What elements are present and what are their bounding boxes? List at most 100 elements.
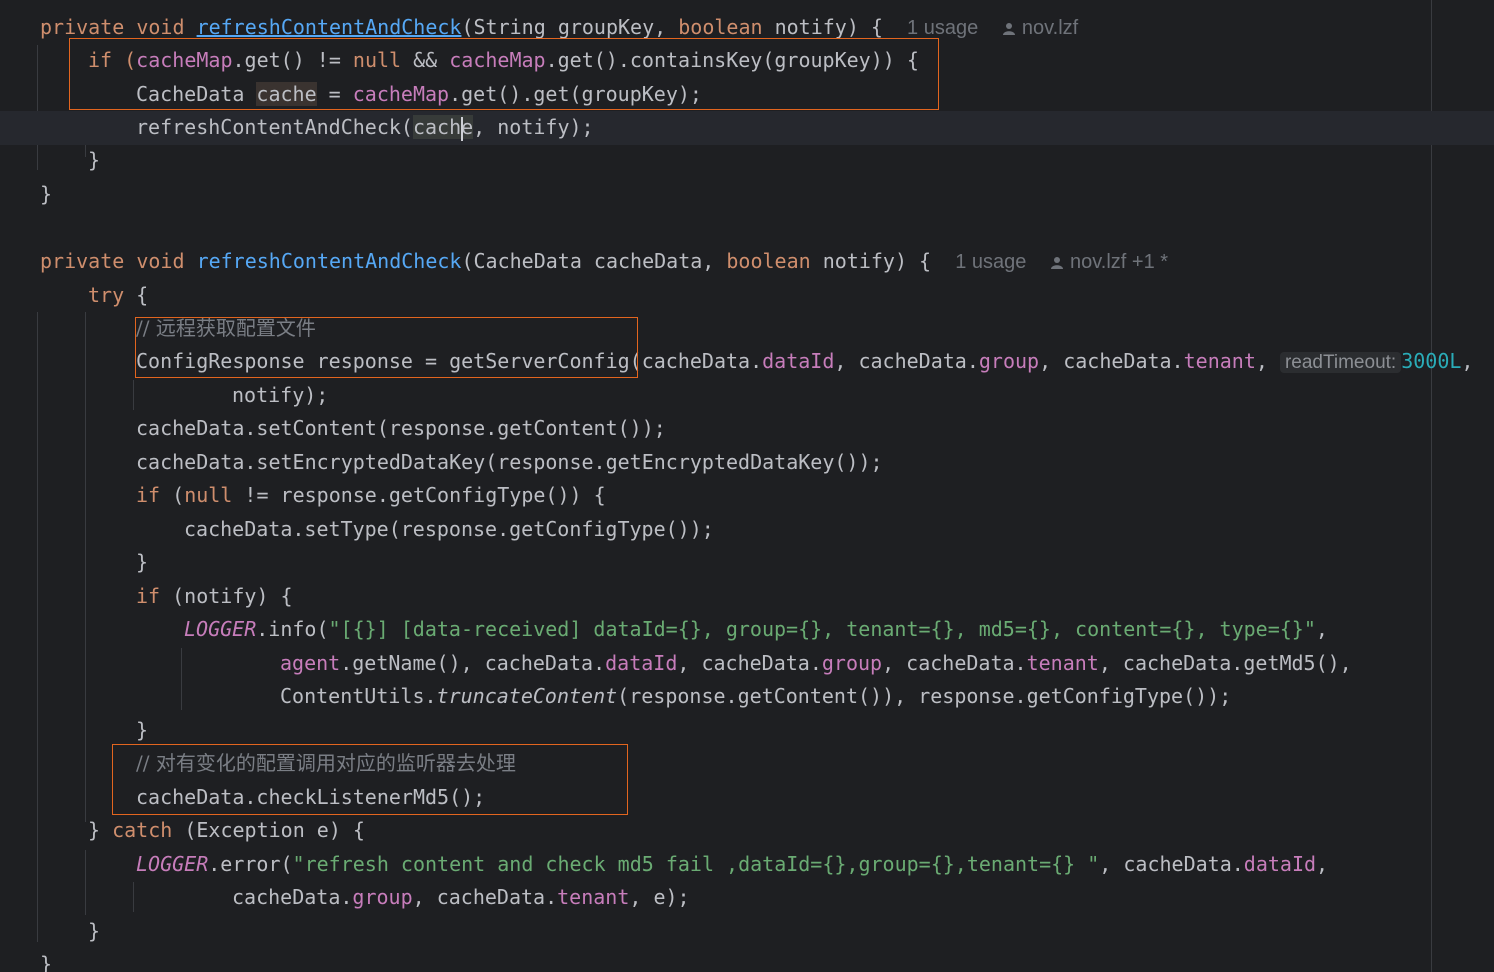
code-token: , cacheData. — [677, 651, 822, 675]
code-line-agent[interactable]: agent.getName(), cacheData.dataId, cache… — [0, 647, 1494, 681]
code-comment: // 远程获取配置文件 — [136, 316, 316, 340]
field-ref: tenant — [1183, 349, 1256, 373]
text-caret — [461, 116, 464, 141]
code-line-set-type[interactable]: cacheData.setType(response.getConfigType… — [0, 513, 1494, 547]
keyword: catch — [112, 818, 173, 842]
code-token: cacheData.checkListenerMd5(); — [136, 785, 486, 809]
code-token: .info( — [256, 617, 329, 641]
code-line-6[interactable]: } — [0, 178, 1494, 212]
code-token: && — [401, 48, 450, 72]
code-line-if-notify[interactable]: if (notify) { — [0, 580, 1494, 614]
code-token: != response.getConfigType()) { — [232, 483, 606, 507]
code-line-if-null[interactable]: if (null != response.getConfigType()) { — [0, 479, 1494, 513]
field-ref: tenant — [1026, 651, 1099, 675]
code-line-1[interactable]: private void refreshContentAndCheck(Stri… — [0, 11, 1494, 45]
code-token: , cacheData. — [882, 651, 1027, 675]
code-token: } — [40, 182, 53, 206]
code-line-5[interactable]: } — [0, 144, 1494, 178]
code-token: , — [1461, 349, 1474, 373]
keyword: void — [136, 249, 185, 273]
code-token: cacheData.setContent(response.getContent… — [136, 416, 666, 440]
code-line-config-response[interactable]: ConfigResponse response = getServerConfi… — [0, 345, 1494, 379]
author-hint[interactable]: nov.lzf +1 * — [1050, 251, 1168, 273]
code-line-comment-1[interactable]: // 远程获取配置文件 — [0, 312, 1494, 346]
keyword: if — [136, 483, 161, 507]
code-token: , — [1315, 617, 1328, 641]
constant-ref: LOGGER — [136, 852, 209, 876]
code-token: CacheData — [136, 82, 257, 106]
code-line-comment-2[interactable]: // 对有变化的配置调用对应的监听器去处理 — [0, 747, 1494, 781]
code-token: refreshContentAndCheck( — [136, 115, 413, 139]
constant-ref: LOGGER — [184, 617, 257, 641]
author-hint[interactable]: nov.lzf — [1002, 17, 1078, 39]
code-token: .error( — [208, 852, 293, 876]
code-token: , cacheData. — [1039, 349, 1184, 373]
code-token: , e); — [629, 885, 690, 909]
code-line-set-key[interactable]: cacheData.setEncryptedDataKey(response.g… — [0, 446, 1494, 480]
code-editor[interactable]: private void refreshContentAndCheck(Stri… — [0, 0, 1494, 972]
code-line-close-3[interactable]: } — [0, 915, 1494, 949]
code-line-logger-error[interactable]: LOGGER.error("refresh content and check … — [0, 848, 1494, 882]
author-name: nov.lzf — [1021, 17, 1079, 39]
code-line-set-content[interactable]: cacheData.setContent(response.getContent… — [0, 412, 1494, 446]
author-name: nov.lzf +1 * — [1070, 251, 1169, 273]
code-token: ConfigResponse response = getServerConfi… — [136, 349, 763, 373]
usages-hint[interactable]: 1 usage — [955, 251, 1026, 273]
code-token: , — [1316, 852, 1329, 876]
keyword: if — [136, 584, 161, 608]
string-literal: "refresh content and check md5 fail ,dat… — [292, 852, 1100, 876]
usages-hint[interactable]: 1 usage — [907, 17, 978, 39]
code-token: notify) { — [810, 249, 932, 273]
static-method: truncateContent — [436, 684, 618, 708]
code-line-content-utils[interactable]: ContentUtils.truncateContent(response.ge… — [0, 680, 1494, 714]
code-comment: // 对有变化的配置调用对应的监听器去处理 — [136, 751, 516, 775]
code-token: , — [1255, 349, 1280, 373]
code-token: } — [40, 952, 53, 972]
keyword: private — [40, 15, 125, 39]
code-token: ) { — [846, 15, 883, 39]
code-line-error-args[interactable]: cacheData.group, cacheData.tenant, e); — [0, 881, 1494, 915]
code-line-close-2[interactable]: } — [0, 714, 1494, 748]
field-ref: cacheMap — [449, 48, 546, 72]
code-token: { — [124, 283, 149, 307]
variable-highlight: cache — [412, 115, 474, 139]
code-token: notify); — [232, 383, 329, 407]
param-name: notify — [774, 15, 847, 39]
method-name[interactable]: refreshContentAndCheck — [197, 15, 462, 39]
code-line-catch[interactable]: } catch (Exception e) { — [0, 814, 1494, 848]
type-name: String — [473, 15, 546, 39]
code-token: } — [88, 148, 101, 172]
code-line-try[interactable]: try { — [0, 279, 1494, 313]
variable-highlight: cache — [256, 82, 317, 106]
keyword: boolean — [678, 15, 763, 39]
code-token: } — [88, 919, 101, 943]
code-line-close-1[interactable]: } — [0, 546, 1494, 580]
keyword: try — [88, 283, 125, 307]
code-token: , cacheData. — [1099, 852, 1244, 876]
number-literal: 3000L — [1401, 349, 1462, 373]
keyword: boolean — [726, 249, 811, 273]
code-token: .get() != — [232, 48, 353, 72]
field-ref: agent — [280, 651, 341, 675]
code-line-3[interactable]: CacheData cache = cacheMap.get().get(gro… — [0, 78, 1494, 112]
code-line-check-listener[interactable]: cacheData.checkListenerMd5(); — [0, 781, 1494, 815]
code-line-close-4[interactable]: } — [0, 948, 1494, 972]
person-icon — [1051, 256, 1064, 269]
keyword: private — [40, 249, 125, 273]
code-line-8[interactable]: private void refreshContentAndCheck(Cach… — [0, 245, 1494, 279]
code-token: cacheData.setEncryptedDataKey(response.g… — [136, 450, 883, 474]
param-name: groupKey — [557, 15, 655, 39]
field-ref: group — [352, 885, 413, 909]
code-line-current[interactable]: refreshContentAndCheck(cache, notify); — [0, 111, 1494, 145]
code-token: (CacheData cacheData, — [461, 249, 727, 273]
code-line-notify[interactable]: notify); — [0, 379, 1494, 413]
code-token: .getName(), cacheData. — [340, 651, 606, 675]
field-ref: group — [821, 651, 883, 675]
field-ref: dataId — [605, 651, 678, 675]
code-token: , cacheData.getMd5(), — [1098, 651, 1352, 675]
code-token: ContentUtils. — [280, 684, 437, 708]
method-name[interactable]: refreshContentAndCheck — [197, 249, 462, 273]
code-token: ( — [160, 483, 185, 507]
code-line-logger-info[interactable]: LOGGER.info("[{}] [data-received] dataId… — [0, 613, 1494, 647]
code-line-2[interactable]: if (cacheMap.get() != null && cacheMap.g… — [0, 44, 1494, 78]
